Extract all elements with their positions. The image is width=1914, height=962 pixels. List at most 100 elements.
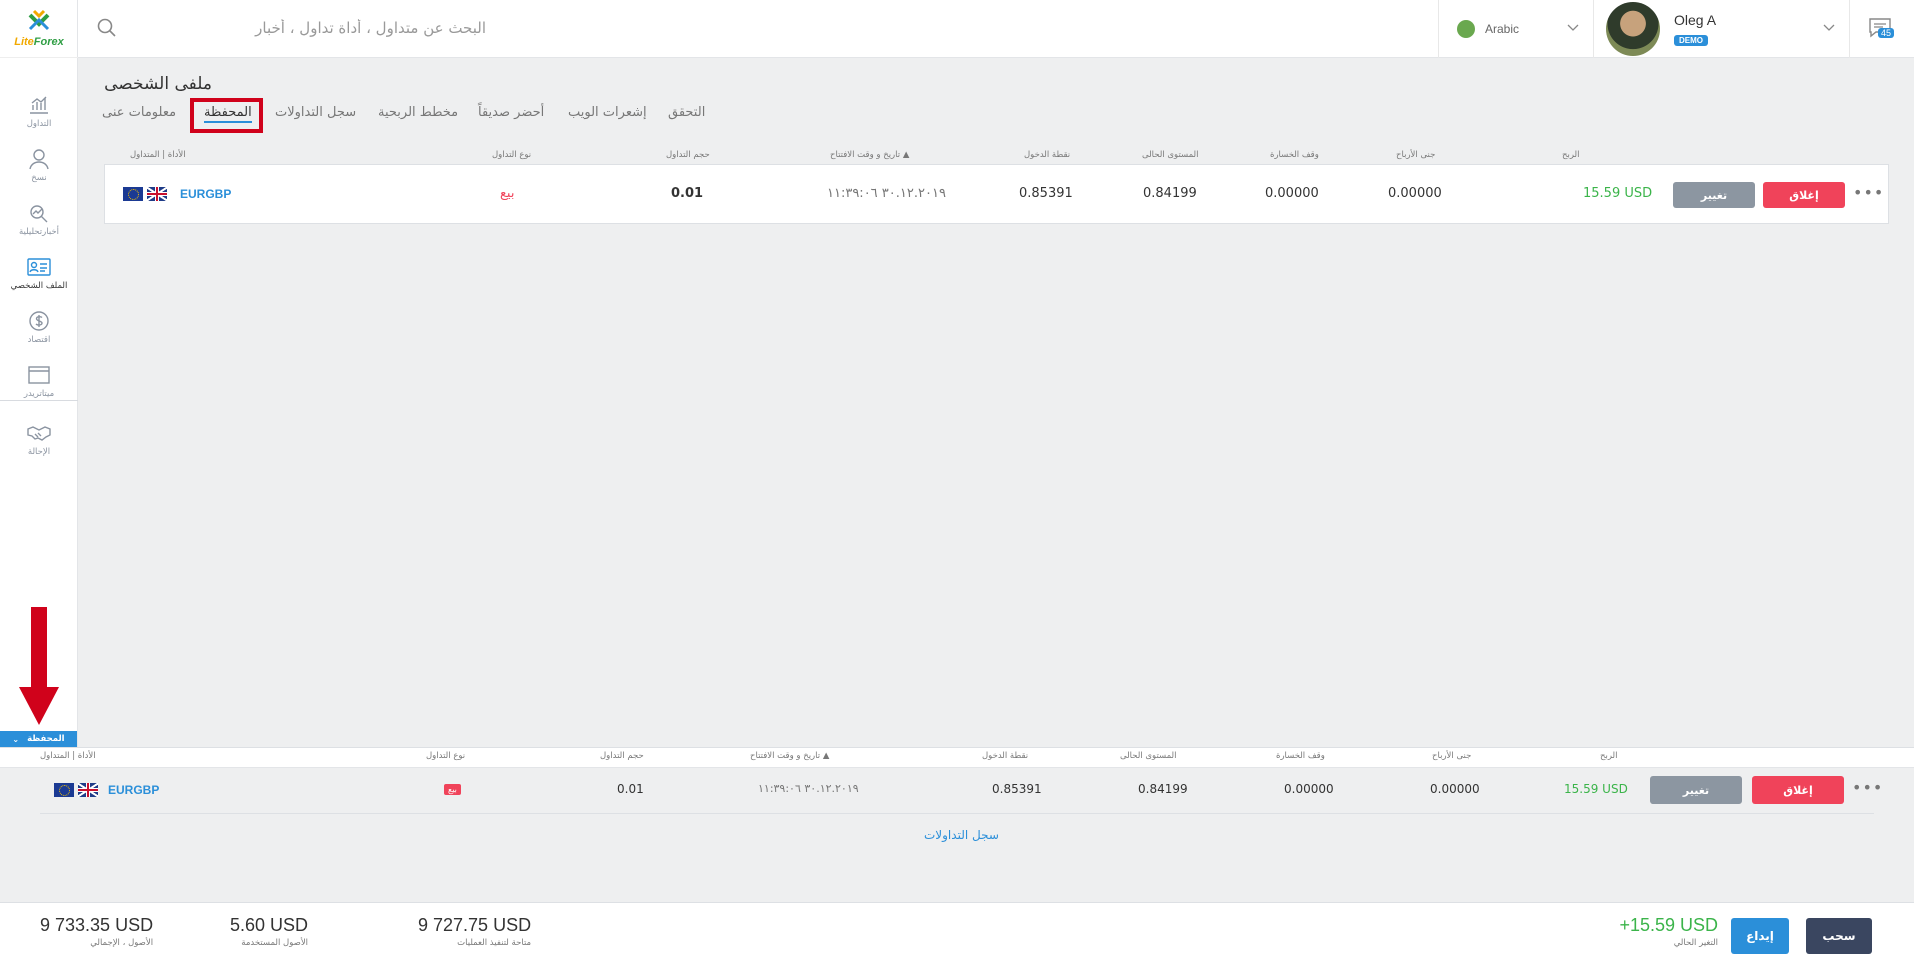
sidebar-item-label: التداول [26,118,52,129]
current-change: +15.59 USD التغير الحالي [1610,915,1718,948]
sidebar-item-trading[interactable]: التداول [0,84,78,138]
col-take-profit: جنى الأرباح [1396,150,1436,160]
handshake-icon [27,425,51,441]
change-button[interactable]: تغيير [1673,182,1755,208]
panel-table-header: الأداة | المتداول نوع التداول حجم التداو… [0,748,1914,768]
tab-refer-friend[interactable]: أحضر صديقاً [478,105,544,120]
chart-icon [30,96,48,114]
sidebar-item-label: أخبارتحليلية [18,226,60,237]
col-instrument: الأداة | المتداول [130,150,186,160]
col-stop-loss: وقف الخسارة [1276,751,1325,761]
col-stop-loss: وقف الخسارة [1270,150,1319,160]
more-options-icon[interactable]: ••• [1853,183,1884,202]
bottom-portfolio-panel: الأداة | المتداول نوع التداول حجم التداو… [0,747,1914,902]
col-type: نوع التداول [426,751,466,761]
close-position-button[interactable]: إغلاق [1763,182,1845,208]
search-icon[interactable] [96,17,118,39]
close-position-button[interactable]: إغلاق [1752,776,1844,804]
available-funds-label: متاحة لتنفيذ العمليات [457,938,532,948]
language-label: Arabic [1485,22,1520,36]
total-assets-value: 9 733.35 USD [40,915,154,935]
red-arrow-annotation [19,607,59,725]
col-open-time-label: تاريخ و وقت الافتتاح [750,751,821,761]
tab-about-me[interactable]: معلومات عنى [102,105,176,120]
sidebar-item-copy[interactable]: نسخ [0,138,78,192]
sidebar-item-profile[interactable]: الملف الشخصي [0,246,78,300]
messages-button[interactable]: 45 [1849,0,1914,58]
sidebar-item-label: ميتاتريدر [23,388,55,399]
col-open-time[interactable]: ▲ تاريخ و وقت الافتتاح [830,150,909,160]
search-input[interactable] [126,12,486,44]
used-assets: 5.60 USD الأصول المستخدمة [230,915,308,948]
profile-card-icon [27,257,51,276]
language-selector[interactable]: Arabic [1438,0,1593,58]
analytics-icon [30,204,48,222]
tab-web-notifications[interactable]: إشعرات الويب [568,105,647,120]
table-row[interactable]: EURGBP بيع 0.01 ٣٠.١٢.٢٠١٩ ١١:٣٩:٠٦ 0.85… [104,164,1889,224]
uk-flag-icon [78,783,98,797]
col-profit: الربح [1562,150,1580,160]
available-funds: 9 727.75 USD متاحة لتنفيذ العمليات [418,915,531,948]
logo-icon [28,9,50,31]
change-button[interactable]: تغيير [1650,776,1742,804]
globe-icon [1457,20,1475,38]
page-title: ملفى الشخصى [104,74,212,94]
entry-price: 0.85391 [992,782,1042,796]
col-open-time[interactable]: ▲ تاريخ و وقت الافتتاح [750,751,829,761]
account-type-badge: DEMO [1674,34,1708,46]
eu-flag-icon [123,187,143,201]
symbol-link[interactable]: EURGBP [180,187,231,201]
open-time: ٣٠.١٢.٢٠١٩ ١١:٣٩:٠٦ [827,186,946,201]
portfolio-panel-label: المحفظة [27,734,65,744]
top-header: Arabic Oleg A DEMO 45 [78,0,1914,58]
table-row[interactable]: EURGBP بيع 0.01 ٣٠.١٢.٢٠١٩ ١١:٣٩:٠٦ 0.85… [0,768,1914,812]
trade-volume: 0.01 [617,782,644,796]
current-price: 0.84199 [1143,186,1197,201]
current-change-label: التغير الحالي [1673,938,1718,948]
account-summary-bar: 9 733.35 USD الأصول ، الإجمالي 5.60 USD … [0,902,1914,962]
user-menu[interactable]: Oleg A DEMO [1593,0,1849,58]
messages-count-badge: 45 [1878,28,1895,38]
sidebar-item-analytics[interactable]: أخبارتحليلية [0,192,78,246]
person-icon [29,148,49,169]
dollar-icon [29,310,49,331]
sidebar-item-economy[interactable]: اقتصاد [0,300,78,354]
tab-verification[interactable]: التحقق [668,105,705,120]
profile-tabs: التحقق إشعرات الويب أحضر صديقاً مخطط الر… [102,105,722,131]
available-funds-value: 9 727.75 USD [418,915,532,935]
used-assets-value: 5.60 USD [230,915,309,935]
sidebar-item-label: نسخ [31,172,47,183]
more-options-icon[interactable]: ••• [1852,778,1883,797]
sidebar-item-referral[interactable]: الإحالة [0,412,78,466]
panel-divider [40,813,1874,814]
used-assets-label: الأصول المستخدمة [241,938,309,948]
sidebar-item-label: الإحالة [27,446,51,457]
portfolio-panel-tab[interactable]: المحفظة ⌄ [0,731,77,747]
trade-volume: 0.01 [671,186,704,201]
current-price: 0.84199 [1138,782,1188,796]
chevron-down-icon: ⌄ [12,734,20,744]
take-profit: 0.00000 [1430,782,1480,796]
take-profit: 0.00000 [1388,186,1442,201]
col-entry: نقطة الدخول [1024,150,1071,160]
positions-table-header: الأداة | المتداول نوع التداول حجم التداو… [104,147,1889,164]
deposit-button[interactable]: إيداع [1731,918,1789,954]
tab-trade-history[interactable]: سجل التداولات [275,105,356,120]
tab-profitability-chart[interactable]: مخطط الربحية [378,105,458,120]
profit-value: 15.59 USD [1583,186,1653,201]
logo[interactable]: LiteForex [0,0,78,58]
sort-arrow-icon: ▲ [822,751,830,761]
total-assets: 9 733.35 USD الأصول ، الإجمالي [40,915,153,948]
col-take-profit: جنى الأرباح [1432,751,1472,761]
stop-loss: 0.00000 [1265,186,1319,201]
tab-portfolio[interactable]: المحفظة [204,105,252,123]
col-current: المستوى الحالى [1120,751,1177,761]
sell-badge: بيع [444,784,461,795]
trade-history-link[interactable]: سجل التداولات [924,828,999,842]
trade-type: بيع [500,186,515,201]
col-volume: حجم التداول [666,150,710,160]
current-change-value: +15.59 USD [1619,915,1718,935]
withdraw-button[interactable]: سحب [1806,918,1872,954]
sidebar-divider [0,400,78,401]
symbol-link[interactable]: EURGBP [108,783,159,797]
